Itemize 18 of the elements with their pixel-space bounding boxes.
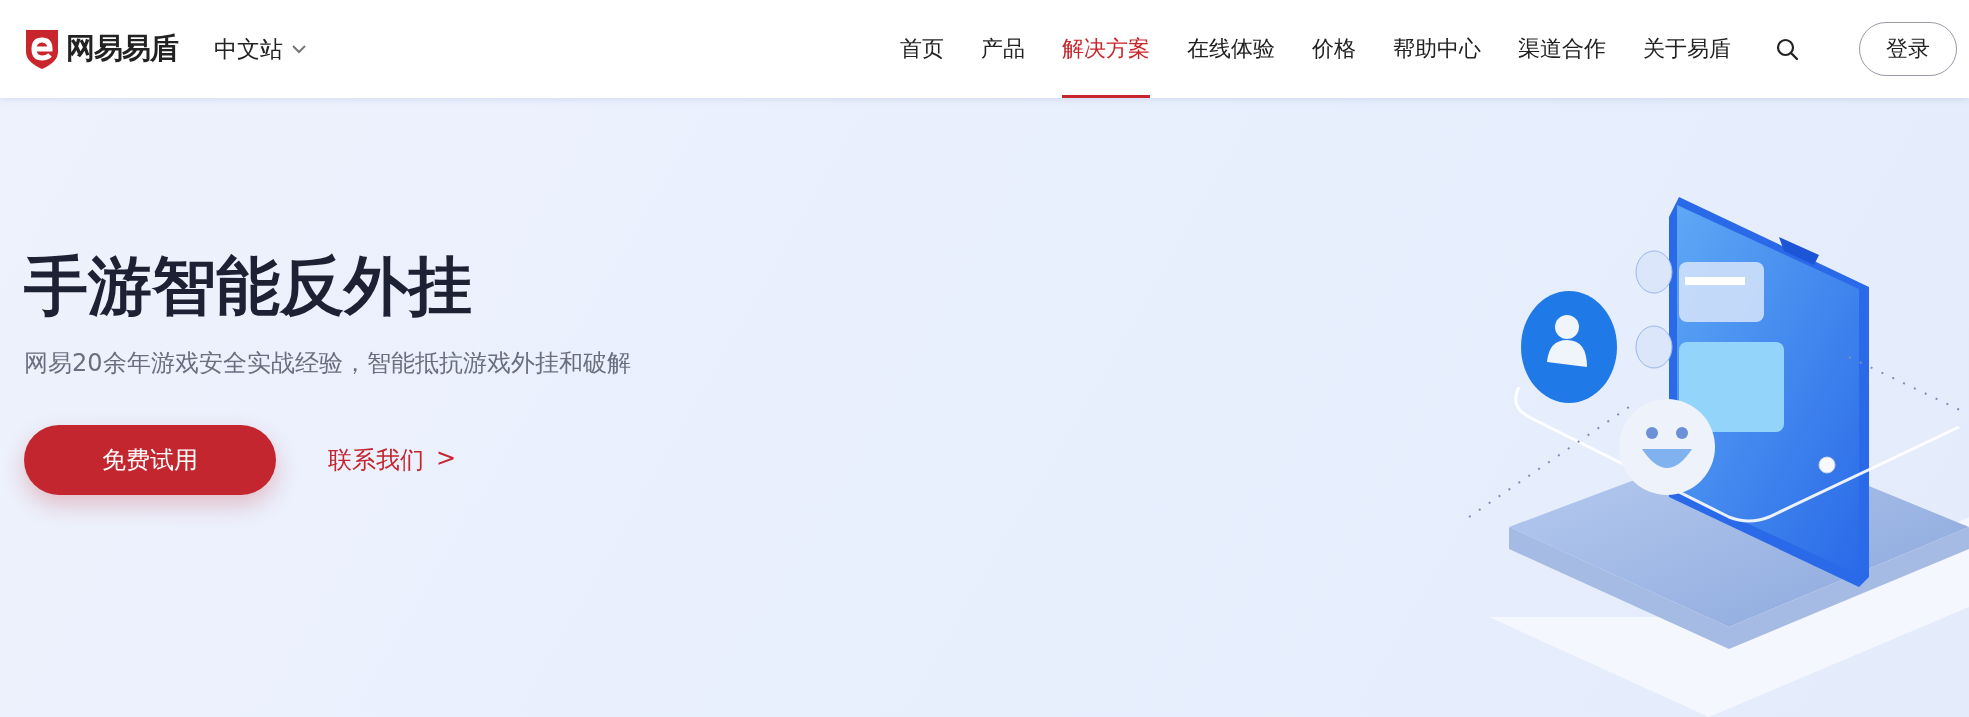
nav-tab[interactable]: 渠道合作 xyxy=(1518,0,1606,98)
login-button[interactable]: 登录 xyxy=(1859,22,1957,76)
shield-logo-icon[interactable] xyxy=(24,28,60,70)
hero-title: 手游智能反外挂 xyxy=(24,248,473,325)
search-icon[interactable] xyxy=(1775,37,1799,61)
nav-tab[interactable]: 关于易盾 xyxy=(1643,0,1731,98)
nav-tab[interactable]: 价格 xyxy=(1312,0,1356,98)
chevron-down-icon xyxy=(291,44,307,54)
nav-tab[interactable]: 首页 xyxy=(900,0,944,98)
language-selector[interactable]: 中文站 xyxy=(214,33,307,65)
nav-tab[interactable]: 产品 xyxy=(981,0,1025,98)
nav-tab[interactable]: 帮助中心 xyxy=(1393,0,1481,98)
nav-tab[interactable]: 在线体验 xyxy=(1187,0,1275,98)
free-trial-button[interactable]: 免费试用 xyxy=(24,424,276,495)
nav-tab[interactable]: 解决方案 xyxy=(1062,0,1150,98)
contact-link[interactable]: 联系我们 > xyxy=(328,443,457,476)
logo-text[interactable]: 网易易盾 xyxy=(66,29,178,69)
hero-subtitle: 网易20余年游戏安全实战经验，智能抵抗游戏外挂和破解 xyxy=(24,347,631,379)
